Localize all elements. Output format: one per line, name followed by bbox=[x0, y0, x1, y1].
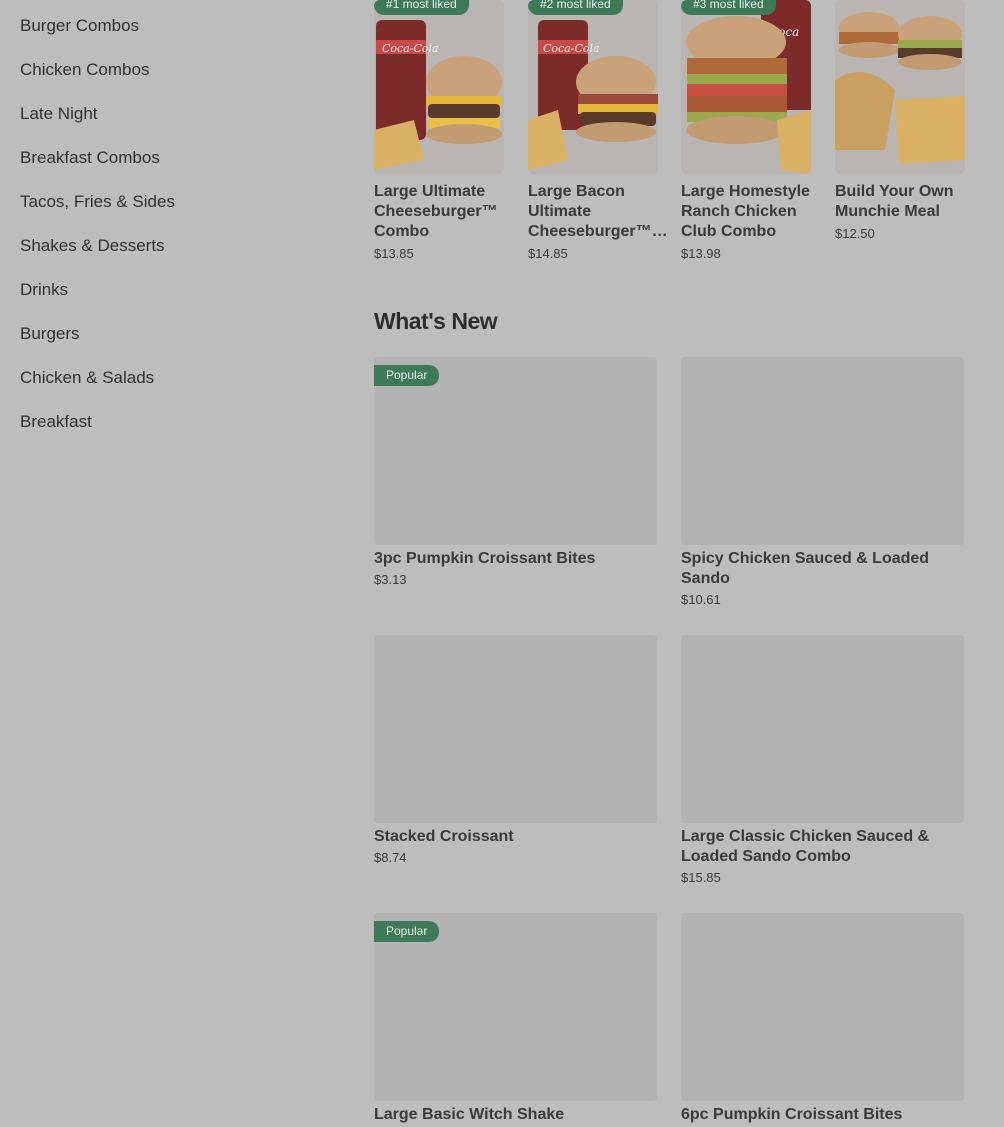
item-price: $8.74 bbox=[374, 850, 407, 865]
sidebar-item-drinks[interactable]: Drinks bbox=[20, 280, 68, 300]
item-name[interactable]: Large Classic Chicken Sauced & Loaded Sa… bbox=[681, 827, 964, 867]
item-name[interactable]: Stacked Croissant bbox=[374, 827, 657, 847]
item-image-placeholder bbox=[374, 635, 657, 823]
whats-new-card-4[interactable]: Large Classic Chicken Sauced & Loaded Sa… bbox=[681, 635, 964, 885]
whats-new-card-5[interactable]: Popular Large Basic Witch Shake bbox=[374, 913, 657, 1125]
item-price: $13.85 bbox=[374, 246, 414, 261]
item-price: $12.50 bbox=[835, 226, 875, 241]
item-name[interactable]: Build Your Own Munchie Meal bbox=[835, 182, 965, 222]
item-name[interactable]: Large Basic Witch Shake bbox=[374, 1105, 657, 1125]
item-image-placeholder bbox=[681, 357, 964, 545]
most-liked-badge: #2 most liked bbox=[528, 0, 623, 15]
munchie-meal-photo bbox=[835, 0, 965, 174]
sidebar-item-chicken-combos[interactable]: Chicken Combos bbox=[20, 60, 149, 80]
item-name[interactable]: Spicy Chicken Sauced & Loaded Sando bbox=[681, 549, 964, 589]
item-price: $14.85 bbox=[528, 246, 568, 261]
sidebar-item-tacos-fries-sides[interactable]: Tacos, Fries & Sides bbox=[20, 192, 175, 212]
item-price: $3.13 bbox=[374, 572, 407, 587]
whats-new-card-3[interactable]: Stacked Croissant $8.74 bbox=[374, 635, 657, 865]
item-price: $10.61 bbox=[681, 592, 721, 607]
popular-badge: Popular bbox=[374, 365, 440, 386]
item-image-placeholder: Popular bbox=[374, 357, 657, 545]
homestyle-ranch-chicken-combo-photo: Coca #3 most liked bbox=[681, 0, 811, 174]
item-name[interactable]: Large Ultimate Cheeseburger™ Combo bbox=[374, 182, 504, 242]
sidebar-item-burgers[interactable]: Burgers bbox=[20, 324, 80, 344]
whats-new-card-6[interactable]: 6pc Pumpkin Croissant Bites bbox=[681, 913, 964, 1125]
section-title-whats-new: What's New bbox=[374, 308, 498, 334]
sidebar-item-chicken-salads[interactable]: Chicken & Salads bbox=[20, 368, 154, 388]
item-name[interactable]: Large Homestyle Ranch Chicken Club Combo bbox=[681, 182, 811, 242]
whats-new-card-1[interactable]: Popular 3pc Pumpkin Croissant Bites $3.1… bbox=[374, 357, 657, 587]
cola-logo-text: Coca-Cola bbox=[543, 42, 600, 55]
item-name[interactable]: Large Bacon Ultimate Cheeseburger™… bbox=[528, 182, 668, 242]
ultimate-cheeseburger-combo-photo: Coca-Cola #1 most liked bbox=[374, 0, 504, 174]
most-liked-card-4[interactable]: Build Your Own Munchie Meal $12.50 bbox=[835, 0, 965, 241]
most-liked-card-1[interactable]: Coca-Cola #1 most liked Large Ultimate C… bbox=[374, 0, 504, 261]
sidebar-item-burger-combos[interactable]: Burger Combos bbox=[20, 16, 139, 36]
item-image-placeholder: Popular bbox=[374, 913, 657, 1101]
item-name[interactable]: 3pc Pumpkin Croissant Bites bbox=[374, 549, 657, 569]
item-price: $13.98 bbox=[681, 246, 721, 261]
most-liked-badge: #1 most liked bbox=[374, 0, 469, 15]
item-image-placeholder bbox=[681, 913, 964, 1101]
item-image-placeholder bbox=[681, 635, 964, 823]
popular-badge: Popular bbox=[374, 921, 440, 942]
item-name[interactable]: 6pc Pumpkin Croissant Bites bbox=[681, 1105, 964, 1125]
cola-logo-text: Coca-Cola bbox=[382, 42, 439, 55]
most-liked-badge: #3 most liked bbox=[681, 0, 776, 15]
most-liked-card-2[interactable]: Coca-Cola #2 most liked Large Bacon Ulti… bbox=[528, 0, 668, 261]
whats-new-card-2[interactable]: Spicy Chicken Sauced & Loaded Sando $10.… bbox=[681, 357, 964, 607]
sidebar-item-breakfast[interactable]: Breakfast bbox=[20, 412, 92, 432]
item-price: $15.85 bbox=[681, 870, 721, 885]
most-liked-card-3[interactable]: Coca #3 most liked Large Homestyle Ranch… bbox=[681, 0, 811, 261]
sidebar-item-late-night[interactable]: Late Night bbox=[20, 104, 98, 124]
bacon-ultimate-cheeseburger-combo-photo: Coca-Cola #2 most liked bbox=[528, 0, 658, 174]
sidebar-item-shakes-desserts[interactable]: Shakes & Desserts bbox=[20, 236, 165, 256]
sidebar-item-breakfast-combos[interactable]: Breakfast Combos bbox=[20, 148, 160, 168]
